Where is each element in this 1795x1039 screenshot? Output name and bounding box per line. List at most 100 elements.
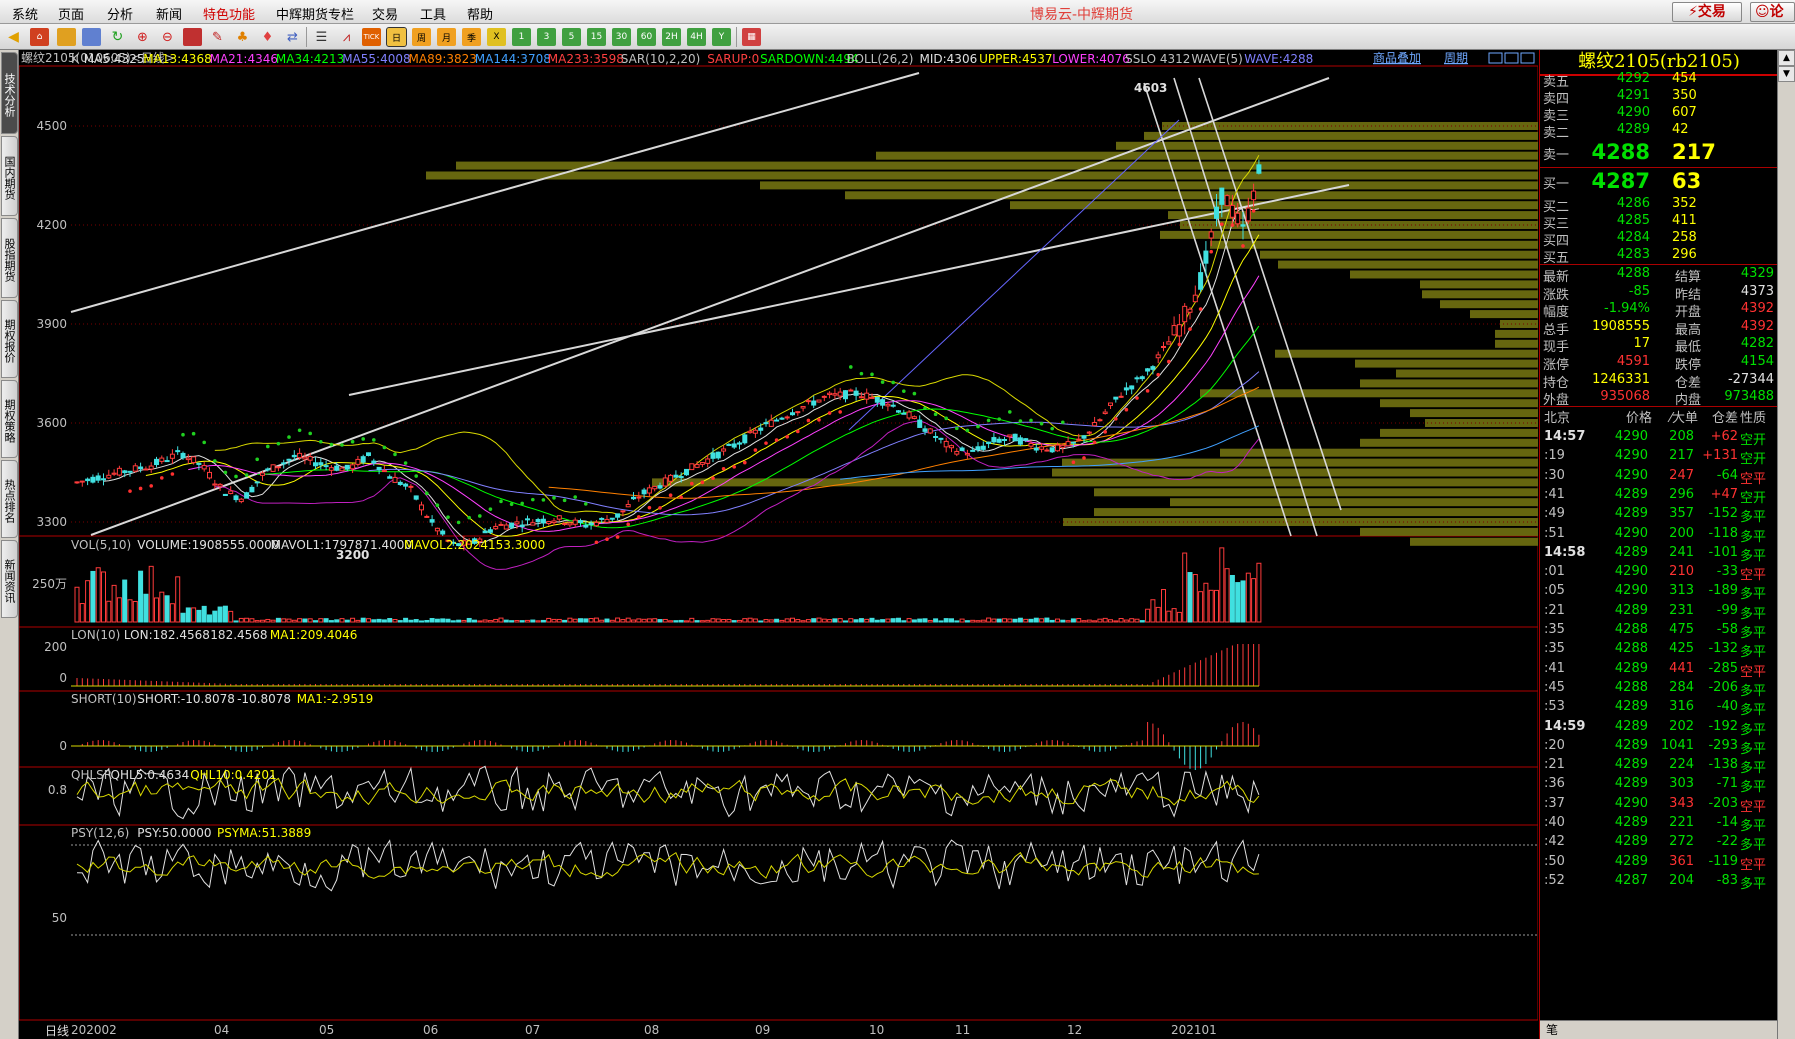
save-icon[interactable] [82, 28, 101, 46]
menu-system[interactable]: 系统 [12, 4, 38, 23]
candle-body [307, 456, 313, 461]
period-link[interactable]: 周期 [1444, 51, 1468, 65]
zoom-in-icon[interactable]: ⊕ [133, 28, 152, 46]
candle-body [604, 518, 610, 523]
bid-row[interactable]: 买五 4283 296 [1540, 245, 1778, 266]
menu-tools[interactable]: 工具 [420, 4, 446, 23]
tab-technical-analysis[interactable]: 技术分析 [1, 52, 18, 134]
menu-news[interactable]: 新闻 [156, 4, 182, 23]
candle-body [164, 460, 170, 463]
volume-bar [694, 620, 700, 623]
volume-bar [583, 618, 589, 623]
overlay-link[interactable]: 商品叠加 [1373, 50, 1421, 65]
volume-bar [1235, 582, 1241, 623]
tick-time: :52 [1544, 872, 1565, 888]
ask-volume: 607 [1672, 105, 1697, 120]
scroll-down-icon[interactable]: ▼ [1778, 66, 1795, 82]
menu-features[interactable]: 特色功能 [203, 4, 255, 23]
ask-row[interactable]: 卖一 4288 217 [1540, 140, 1778, 164]
pin-icon[interactable]: ♦ [258, 28, 277, 46]
tick-header-vol[interactable]: ⁄大单 [1670, 407, 1698, 426]
sar-dot [149, 484, 153, 488]
period-month-button[interactable]: 月 [437, 28, 456, 46]
volume-bar [148, 565, 154, 623]
trade-button[interactable]: ⚡交易 [1672, 2, 1742, 22]
scroll-up-icon[interactable]: ▲ [1778, 50, 1795, 66]
home-icon[interactable]: ⌂ [30, 28, 49, 46]
volume-bar [238, 617, 244, 623]
volume-bar [1240, 580, 1246, 623]
calendar-icon[interactable]: ▦ [742, 28, 761, 46]
table-icon[interactable]: ☰ [312, 28, 331, 46]
period-15min-button[interactable]: 15 [587, 28, 606, 46]
period-3min-button[interactable]: 3 [537, 28, 556, 46]
volume-bar [472, 619, 477, 623]
x-tick-label: 10 [869, 1023, 884, 1037]
candle-body [254, 481, 260, 484]
candle-body [355, 458, 361, 465]
back-arrow-icon[interactable]: ◀ [4, 28, 23, 46]
indicator-label: MAVOL2:2024153.3000 [404, 538, 545, 552]
line-chart-icon[interactable]: ⩘ [337, 28, 356, 46]
tab-option-strategy[interactable]: 期权策略 [1, 380, 18, 458]
period-1min-button[interactable]: 1 [512, 28, 531, 46]
period-4h-button[interactable]: 4H [687, 28, 706, 46]
chart-tool-icon[interactable]: ⇄ [283, 28, 302, 46]
menu-page[interactable]: 页面 [58, 4, 84, 23]
period-30min-button[interactable]: 30 [612, 28, 631, 46]
zoom-out-icon[interactable]: ⊖ [158, 28, 177, 46]
sar-dot [1092, 440, 1097, 445]
sar-dot [711, 476, 715, 480]
tab-hot-ranking[interactable]: 热点排名 [1, 460, 18, 538]
folder-icon[interactable] [57, 28, 76, 46]
indicator-label: MA89:3823 [409, 52, 477, 66]
quote-bottom-tab[interactable]: 笔 [1540, 1020, 1778, 1039]
period-day-button[interactable]: 日 [386, 27, 407, 47]
tab-domestic-futures[interactable]: 国内期货 [1, 136, 18, 216]
tick-header: 北京 价格 ⁄大单 仓差 性质 [1540, 406, 1778, 426]
ask-row[interactable]: 卖二 4289 42 [1540, 120, 1778, 141]
volume-bar [1229, 574, 1235, 623]
period-60min-button[interactable]: 60 [637, 28, 656, 46]
volume-bar [906, 618, 912, 623]
menu-analysis[interactable]: 分析 [107, 4, 133, 23]
tab-option-quotes[interactable]: 期权报价 [1, 300, 18, 378]
bid-row[interactable]: 买一 4287 63 [1540, 169, 1778, 193]
candle-body [657, 485, 663, 489]
tab-index-futures[interactable]: 股指期货 [1, 218, 18, 298]
refresh-icon[interactable]: ↻ [108, 28, 127, 46]
period-5min-button[interactable]: 5 [562, 28, 581, 46]
comment-button[interactable]: ☺论 [1750, 2, 1795, 22]
tab-news-info[interactable]: 新闻资讯 [1, 540, 18, 618]
period-week-button[interactable]: 周 [412, 28, 431, 46]
tick-icon[interactable]: TICK [362, 28, 381, 46]
period-y-button[interactable]: Y [712, 28, 731, 46]
tick-row[interactable]: :52 4287 204 -83 多平 [1540, 870, 1778, 892]
candle-body [387, 476, 393, 479]
sar-dot [700, 480, 705, 485]
volume-bar [493, 618, 499, 623]
chart-area[interactable]: 螺纹2105(010605)<日线> 商品叠加 周期 K MA5:4325 MA13… [19, 50, 1538, 1039]
tick-volume: 357 [1669, 506, 1694, 522]
candle-body [1256, 164, 1262, 174]
candle-body [864, 392, 870, 400]
field-value: 4329 [1740, 266, 1774, 281]
down-trend-line [1143, 82, 1292, 537]
chart-canvas[interactable]: 螺纹2105(010605)<日线> 商品叠加 周期 K MA5:4325MA13… [19, 50, 1538, 1039]
candle-body [1134, 377, 1140, 380]
pencil-icon[interactable]: ✎ [208, 28, 227, 46]
field-value: 935068 [1600, 389, 1650, 405]
menu-column[interactable]: 中辉期货专栏 [276, 4, 354, 23]
volume-bar [207, 614, 212, 623]
menu-help[interactable]: 帮助 [467, 4, 493, 23]
menu-trade[interactable]: 交易 [372, 4, 398, 23]
period-season-button[interactable]: 季 [462, 28, 481, 46]
candle-body [1092, 421, 1098, 427]
window-icon[interactable] [183, 28, 202, 46]
period-custom-button[interactable]: X [487, 28, 506, 46]
period-2h-button[interactable]: 2H [662, 28, 681, 46]
volume-bar [1129, 618, 1135, 623]
quote-divider [1540, 167, 1778, 168]
quote-scrollbar[interactable]: ▲ ▼ [1777, 50, 1795, 1039]
bell-icon[interactable]: ♣ [233, 28, 252, 46]
